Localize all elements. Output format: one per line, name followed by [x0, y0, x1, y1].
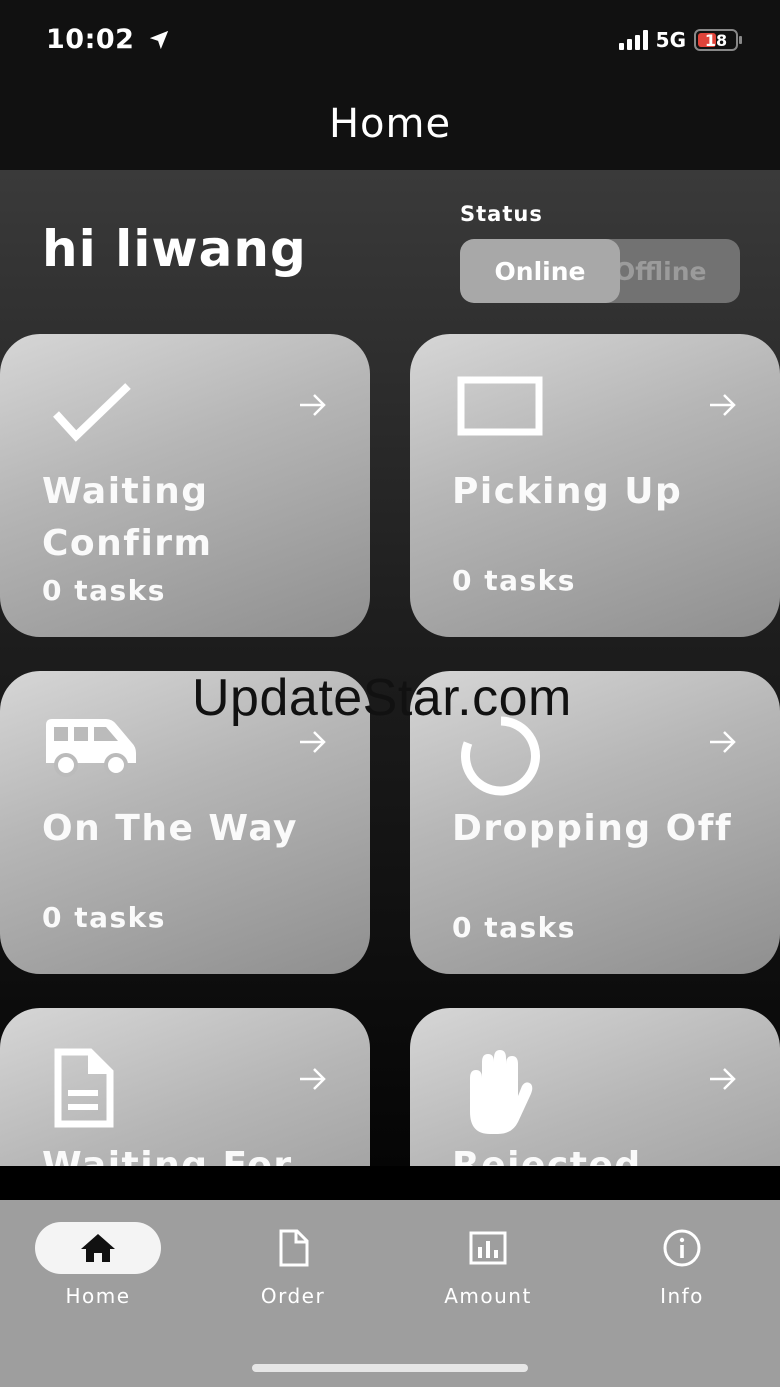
nav-header: Home — [0, 84, 780, 170]
status-bar: 10:02 5G 18 — [0, 0, 780, 84]
status-time: 10:02 — [46, 24, 170, 55]
tab-home[interactable]: Home — [18, 1222, 178, 1308]
tab-amount[interactable]: Amount — [408, 1222, 568, 1308]
check-icon — [53, 383, 131, 442]
card-waiting-confirm[interactable]: Waiting Confirm 0 tasks — [0, 334, 370, 637]
status-toggle[interactable]: Offline Online — [460, 239, 740, 303]
card-count: 0 tasks — [452, 911, 576, 944]
status-indicators: 5G 18 — [618, 28, 742, 52]
card-title: Waiting Confirm — [42, 471, 213, 564]
page-title: Home — [328, 101, 452, 147]
location-arrow-icon — [150, 30, 169, 50]
home-icon — [81, 1234, 115, 1262]
arrow-right-icon — [300, 394, 326, 416]
arrow-right-icon — [300, 731, 326, 753]
card-count: 0 tasks — [42, 574, 166, 607]
tab-label: Order — [260, 1284, 326, 1308]
document-icon — [54, 1048, 114, 1128]
network-type: 5G — [655, 28, 686, 52]
card-title: Waiting For — [42, 1145, 293, 1166]
card-waiting-for[interactable]: Waiting For — [0, 1008, 370, 1166]
watermark-text: UpdateStar.com — [192, 669, 572, 727]
chart-icon — [469, 1231, 507, 1265]
tab-label: Home — [65, 1284, 131, 1308]
status-label: Status — [460, 202, 543, 226]
file-icon — [279, 1229, 309, 1267]
bottom-tab-bar: Home Order Amount Info — [0, 1200, 780, 1387]
card-picking-up[interactable]: Picking Up 0 tasks — [410, 334, 780, 637]
tab-label: Info — [660, 1284, 704, 1308]
card-title: Picking Up — [452, 471, 683, 512]
status-time-text: 10:02 — [46, 24, 135, 55]
home-indicator[interactable] — [252, 1364, 528, 1372]
arrow-right-icon — [710, 1068, 736, 1090]
battery-icon: 18 — [694, 29, 742, 51]
tab-label: Amount — [444, 1284, 532, 1308]
tab-info[interactable]: Info — [602, 1222, 762, 1308]
card-count: 0 tasks — [452, 564, 576, 597]
greeting-text: hi liwang — [42, 220, 307, 278]
arrow-right-icon — [710, 731, 736, 753]
card-title: Rejected — [452, 1145, 642, 1166]
van-icon — [46, 719, 136, 777]
content-divider — [0, 1166, 780, 1200]
info-icon — [663, 1229, 701, 1267]
card-rejected[interactable]: Rejected — [410, 1008, 780, 1166]
battery-level: 18 — [704, 30, 728, 50]
status-offline-option[interactable]: Offline — [620, 239, 740, 303]
card-count: 0 tasks — [42, 901, 166, 934]
card-title: Dropping Off — [452, 808, 733, 849]
arrow-right-icon — [300, 1068, 326, 1090]
rectangle-icon — [457, 376, 543, 436]
hand-icon — [470, 1050, 533, 1134]
signal-icon — [618, 30, 648, 50]
status-online-option[interactable]: Online — [460, 239, 620, 303]
arrow-right-icon — [710, 394, 736, 416]
tab-order[interactable]: Order — [213, 1222, 373, 1308]
card-title: On The Way — [42, 808, 298, 849]
